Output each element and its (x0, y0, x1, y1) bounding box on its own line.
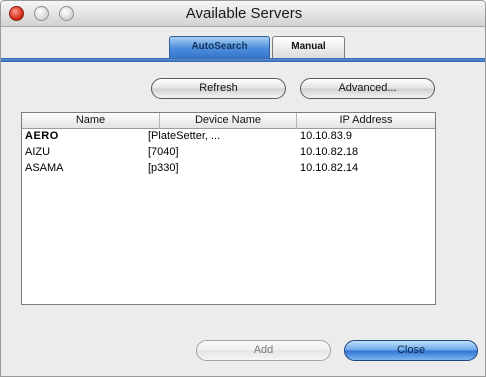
tab-manual[interactable]: Manual (272, 36, 345, 58)
device-name: [PlateSetter, ... (148, 130, 221, 142)
table-row[interactable]: AERO [PlateSetter, ... 10.10.83.9 (22, 130, 435, 144)
device-name: [7040] (148, 146, 179, 158)
refresh-button[interactable]: Refresh (151, 78, 286, 99)
add-button[interactable]: Add (196, 340, 331, 361)
server-name: AIZU (25, 146, 51, 158)
column-header-ip-address[interactable]: IP Address (297, 113, 435, 129)
server-name: ASAMA (25, 162, 64, 174)
title-bar[interactable]: Available Servers (1, 1, 485, 27)
server-list[interactable]: Name Device Name IP Address AERO [PlateS… (21, 112, 436, 305)
tab-autosearch[interactable]: AutoSearch (169, 36, 270, 58)
advanced-button[interactable]: Advanced... (300, 78, 435, 99)
server-name: AERO (25, 130, 59, 142)
window-title: Available Servers (185, 5, 303, 22)
device-name: [p330] (148, 162, 179, 174)
column-header-device-name[interactable]: Device Name (160, 113, 297, 129)
close-button[interactable]: Close (344, 340, 478, 361)
column-header-name[interactable]: Name (22, 113, 160, 129)
ip-address: 10.10.82.14 (300, 162, 359, 174)
ip-address: 10.10.82.18 (300, 146, 359, 158)
table-row[interactable]: ASAMA [p330] 10.10.82.14 (22, 162, 435, 176)
table-row[interactable]: AIZU [7040] 10.10.82.18 (22, 146, 435, 160)
server-list-header: Name Device Name IP Address (22, 113, 435, 129)
ip-address: 10.10.83.9 (300, 130, 352, 142)
tab-bar-divider (1, 58, 485, 62)
available-servers-window: Available Servers AutoSearch Manual Refr… (0, 0, 486, 377)
